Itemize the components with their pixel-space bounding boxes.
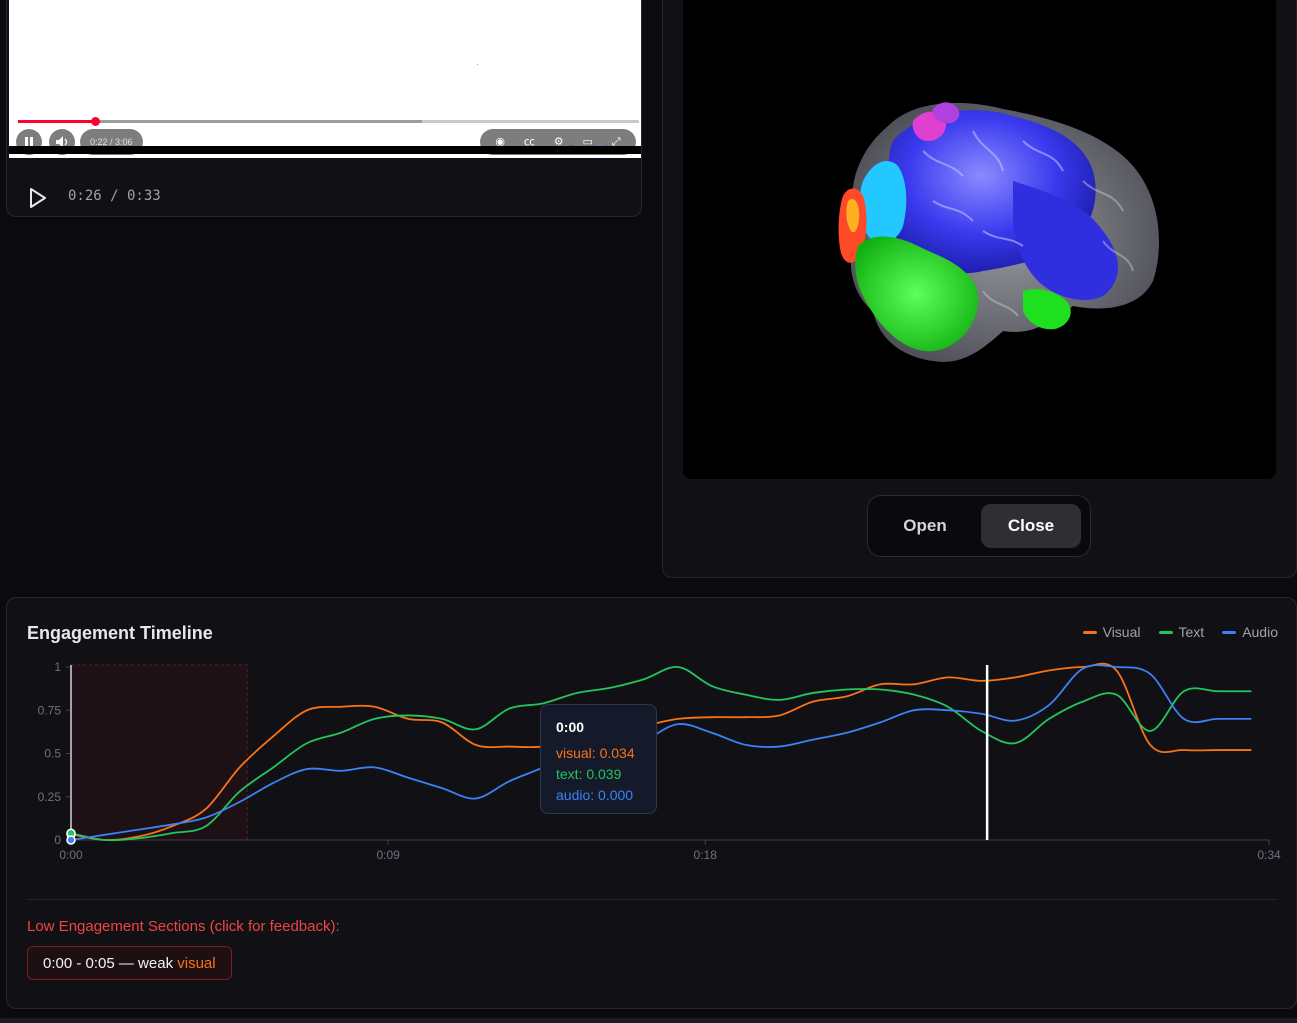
low-chip-range: 0:00 - 0:05 xyxy=(43,954,115,972)
brain-toggle: Open Close xyxy=(867,495,1091,557)
x-tick-label: 0:09 xyxy=(376,848,400,862)
y-tick-label: 0 xyxy=(54,833,61,847)
hover-point-audio xyxy=(66,835,76,845)
chart-tooltip: 0:00 visual: 0.034 text: 0.039 audio: 0.… xyxy=(540,704,657,814)
x-tick-label: 0:18 xyxy=(694,848,718,862)
tooltip-text: text: 0.039 xyxy=(556,766,622,782)
low-chip-modality: visual xyxy=(177,954,216,972)
player-time-readout: 0:26 / 0:33 xyxy=(68,188,161,204)
brain-3d-viewport[interactable] xyxy=(683,0,1276,479)
brain-model-image xyxy=(838,102,1159,362)
series-line-audio xyxy=(70,664,1252,841)
video-content xyxy=(477,64,478,65)
series-line-text xyxy=(70,666,1252,842)
video-card: 0:22 / 3:06 ◉ ㏄ ⚙ ▭ ⤢ PreMath.com xyxy=(6,0,642,217)
page-bottom-border xyxy=(0,1018,1297,1023)
low-engagement-title: Low Engagement Sections (click for feedb… xyxy=(27,918,340,935)
section-divider xyxy=(27,899,1276,900)
tooltip-time: 0:00 xyxy=(556,719,585,735)
close-button[interactable]: Close xyxy=(981,504,1081,548)
y-tick-label: 0.5 xyxy=(44,747,61,761)
series-line-visual xyxy=(70,662,1252,841)
x-tick-label: 0:34 xyxy=(1257,848,1281,862)
video-bottom-strip xyxy=(9,146,641,154)
yt-progress-fill xyxy=(18,120,95,123)
low-engagement-chip[interactable]: 0:00 - 0:05 — weak visual xyxy=(27,946,232,980)
x-tick-label: 0:00 xyxy=(59,848,83,862)
brain-visualization-card: Open Close xyxy=(662,0,1297,578)
low-engagement-region xyxy=(70,664,248,841)
tooltip-audio: audio: 0.000 xyxy=(556,787,634,803)
y-tick-label: 0.25 xyxy=(38,790,62,804)
tooltip-visual: visual: 0.034 xyxy=(556,745,635,761)
low-chip-prefix: — weak xyxy=(118,954,174,972)
open-button[interactable]: Open xyxy=(875,504,975,548)
play-icon[interactable] xyxy=(29,188,47,208)
embedded-video[interactable]: 0:22 / 3:06 ◉ ㏄ ⚙ ▭ ⤢ PreMath.com xyxy=(9,0,641,158)
y-tick-label: 0.75 xyxy=(38,703,62,717)
y-tick-label: 1 xyxy=(54,660,61,674)
yt-scrubber-handle[interactable] xyxy=(91,117,100,126)
